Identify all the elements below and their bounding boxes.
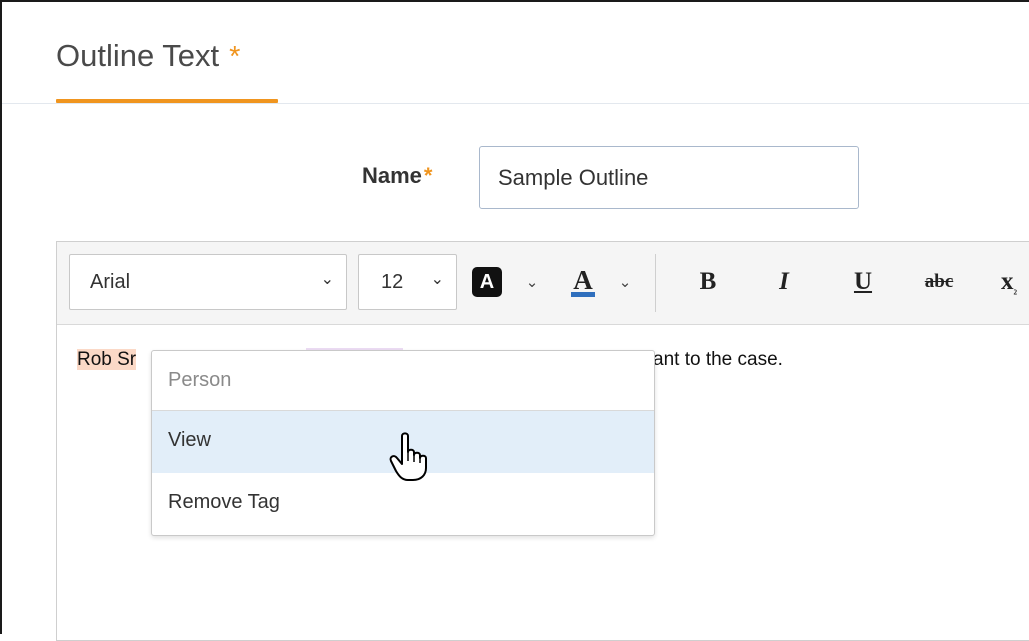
font-family-select[interactable]: Arial ⌄ <box>69 254 347 310</box>
italic-button[interactable]: I <box>769 254 799 310</box>
menu-item-remove-tag[interactable]: Remove Tag <box>152 473 654 535</box>
highlight-color-icon: A <box>472 267 502 297</box>
chevron-down-icon: ⌄ <box>618 274 632 291</box>
font-color-dropdown[interactable]: ⌄ <box>616 254 634 310</box>
font-size-select[interactable]: 12 ⌄ <box>358 254 457 310</box>
menu-item-label: View <box>168 429 211 451</box>
strikethrough-button[interactable]: abc <box>919 254 959 310</box>
chevron-down-icon: ⌄ <box>525 274 539 291</box>
subscript-icon: x <box>1001 268 1014 295</box>
bold-icon: B <box>699 268 717 295</box>
bold-button[interactable]: B <box>693 254 723 310</box>
highlight-color-button[interactable]: A <box>471 254 503 310</box>
chevron-down-icon: ⌄ <box>430 271 444 288</box>
subscript-button[interactable]: x₂ <box>1001 254 1023 310</box>
strikethrough-icon: abc <box>924 271 954 292</box>
editor-text-continued[interactable]: ant to the case. <box>653 349 783 371</box>
tab-outline-text[interactable]: Outline Text * <box>56 38 240 74</box>
context-menu-header: Person <box>152 351 654 411</box>
tab-title-label: Outline Text <box>56 38 220 73</box>
name-label: Name* <box>362 163 432 189</box>
highlight-color-dropdown[interactable]: ⌄ <box>523 254 541 310</box>
required-asterisk: * <box>423 163 433 188</box>
tab-header: Outline Text * <box>2 2 1029 104</box>
subscript-mark: ₂ <box>1013 281 1018 295</box>
name-input[interactable] <box>479 146 859 209</box>
hand-pointer-icon <box>389 432 427 481</box>
editor-text[interactable]: Rob Sr <box>77 349 137 371</box>
font-color-button[interactable]: A <box>563 254 603 310</box>
font-family-value: Arial <box>90 271 131 293</box>
person-tag[interactable]: Rob Sr <box>77 349 137 370</box>
font-color-icon: A <box>571 264 595 297</box>
font-size-value: 12 <box>381 271 404 293</box>
active-tab-indicator <box>56 99 278 103</box>
toolbar-divider <box>655 254 656 312</box>
underline-icon: U <box>853 268 873 295</box>
name-label-text: Name <box>362 163 422 188</box>
underline-button[interactable]: U <box>848 254 878 310</box>
required-asterisk: * <box>229 41 241 73</box>
editor-toolbar: Arial ⌄ 12 ⌄ A ⌄ A ⌄ B I U abc x ₂ <box>57 242 1029 325</box>
context-menu-title: Person <box>168 369 232 391</box>
menu-item-label: Remove Tag <box>168 491 280 513</box>
italic-icon: I <box>779 268 789 295</box>
chevron-down-icon: ⌄ <box>320 271 334 288</box>
